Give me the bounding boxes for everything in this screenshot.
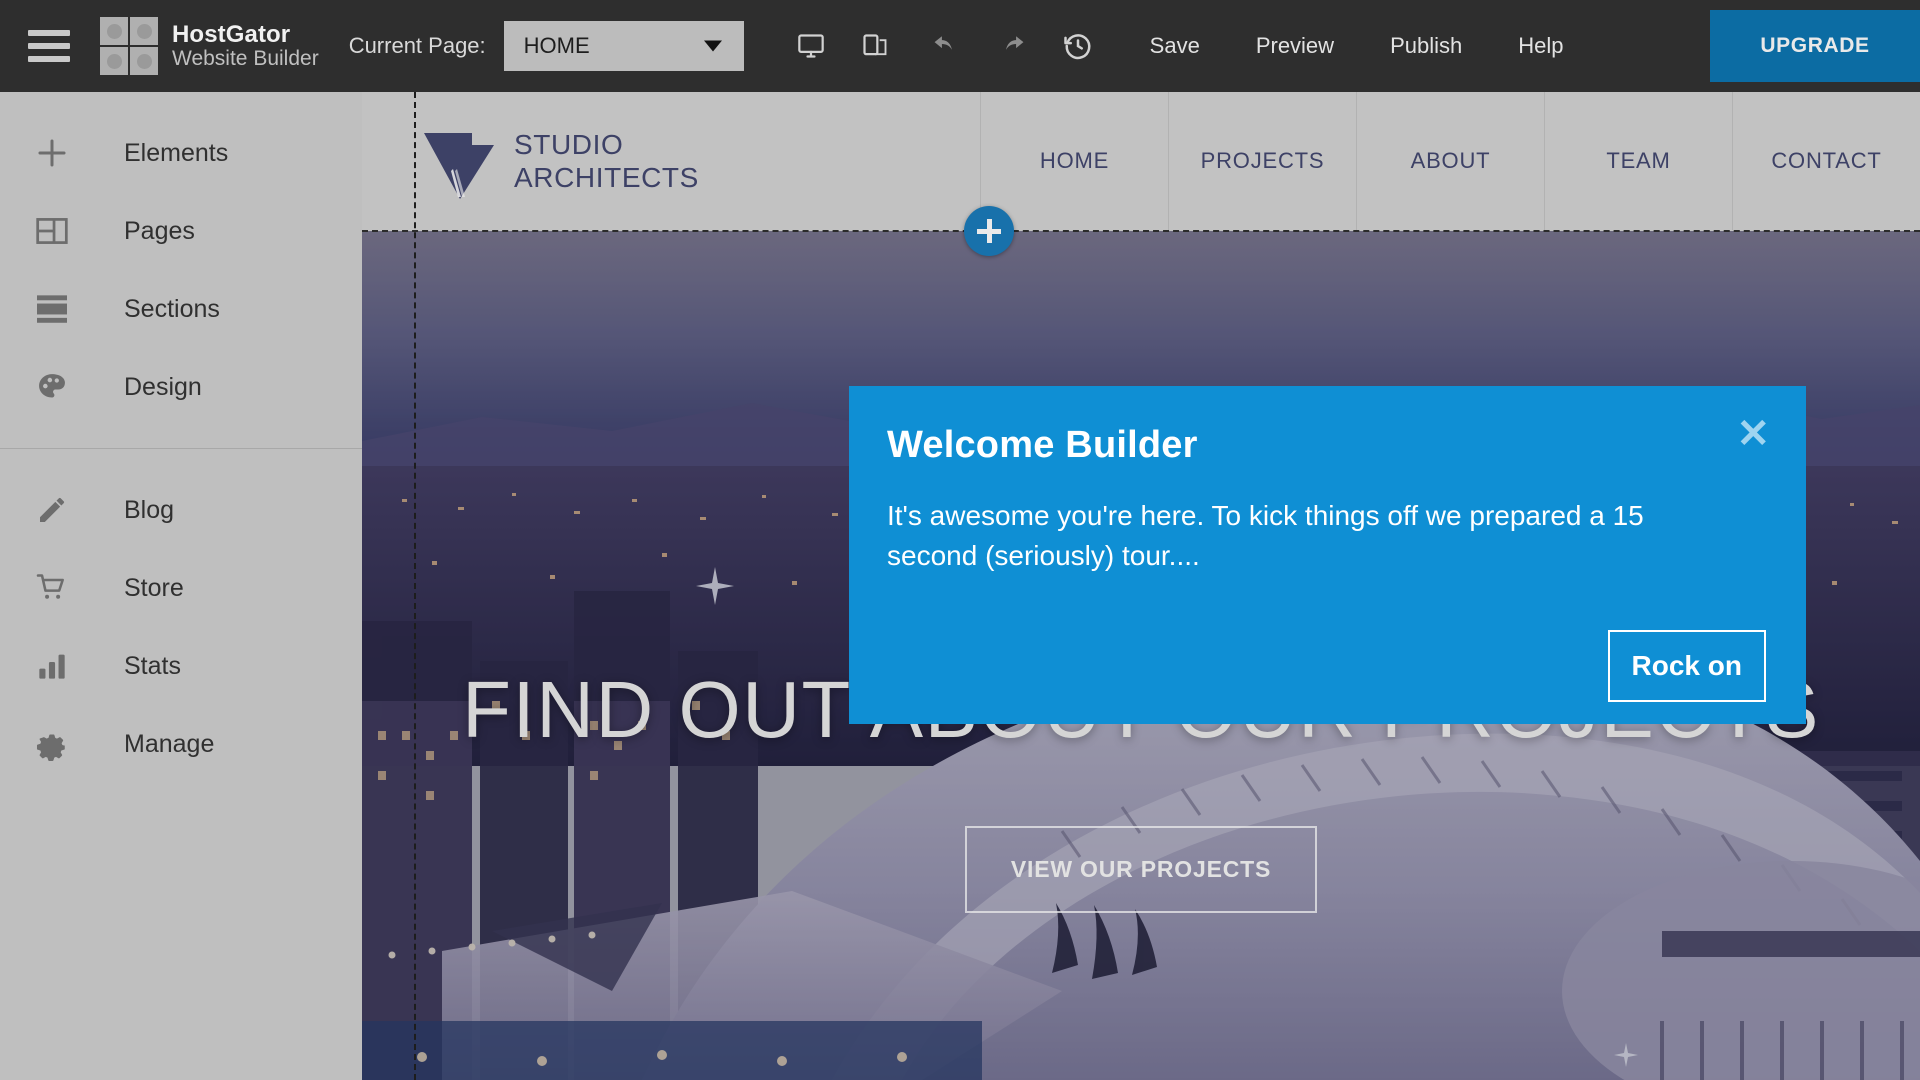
brand-subtitle: Website Builder	[172, 46, 319, 70]
nav-item-team[interactable]: TEAM	[1544, 92, 1732, 230]
site-logo-line1: STUDIO	[514, 128, 624, 160]
sidebar-item-label: Store	[124, 573, 184, 602]
page-select-dropdown[interactable]: HOME	[503, 21, 744, 71]
preview-button[interactable]: Preview	[1256, 33, 1334, 59]
publish-button[interactable]: Publish	[1390, 33, 1462, 59]
sidebar-item-label: Pages	[124, 216, 195, 245]
hero-cta-button[interactable]: VIEW OUR PROJECTS	[964, 826, 1318, 913]
top-toolbar: HostGator Website Builder Current Page: …	[0, 0, 1920, 92]
current-page-label: Current Page:	[348, 33, 486, 58]
sidebar-item-manage[interactable]: Manage	[0, 705, 362, 783]
bar-chart-icon	[24, 645, 80, 687]
nav-item-projects[interactable]: PROJECTS	[1168, 92, 1356, 230]
sidebar-item-blog[interactable]: Blog	[0, 471, 362, 549]
pages-layout-icon	[24, 210, 80, 252]
desktop-view-icon[interactable]	[796, 32, 826, 60]
sidebar-item-label: Manage	[124, 729, 215, 758]
sidebar-item-label: Sections	[124, 294, 220, 323]
page-select-value: HOME	[523, 33, 590, 58]
left-sidebar: Elements Pages Sections Design Blog Stor…	[0, 92, 362, 1080]
sidebar-group-manage: Blog Store Stats Manage	[0, 449, 362, 783]
chevron-down-icon	[703, 40, 722, 52]
pencil-icon	[24, 489, 80, 531]
plus-icon	[24, 132, 80, 174]
sidebar-item-elements[interactable]: Elements	[0, 114, 362, 192]
hamburger-bar	[28, 56, 70, 62]
sidebar-group-build: Elements Pages Sections Design	[0, 92, 362, 426]
sidebar-item-pages[interactable]: Pages	[0, 192, 362, 270]
hamburger-bar	[28, 30, 70, 36]
sidebar-item-label: Blog	[124, 495, 175, 524]
sections-stack-icon	[24, 288, 80, 330]
app-brand[interactable]: HostGator Website Builder	[100, 17, 319, 75]
site-logo-text: STUDIO ARCHITECTS	[514, 128, 699, 194]
sidebar-item-stats[interactable]: Stats	[0, 627, 362, 705]
site-canvas: STUDIO ARCHITECTS HOME PROJECTS ABOUT TE…	[362, 92, 1920, 1080]
sidebar-item-sections[interactable]: Sections	[0, 270, 362, 348]
nav-item-contact[interactable]: CONTACT	[1732, 92, 1920, 230]
sidebar-item-label: Elements	[124, 138, 229, 167]
close-x-icon[interactable]: ✕	[1736, 414, 1770, 454]
modal-body-text: It's awesome you're here. To kick things…	[887, 500, 1644, 571]
sidebar-item-label: Design	[124, 372, 202, 401]
save-button[interactable]: Save	[1150, 33, 1200, 59]
undo-icon[interactable]	[930, 32, 962, 60]
view-mode-group	[796, 32, 890, 60]
nav-item-home[interactable]: HOME	[980, 92, 1168, 230]
hostgator-logo-icon	[100, 17, 158, 75]
hamburger-bar	[28, 43, 70, 49]
brand-name: HostGator	[172, 21, 291, 49]
rock-on-button[interactable]: Rock on	[1607, 630, 1766, 702]
shopping-cart-icon	[24, 567, 80, 609]
mobile-view-icon[interactable]	[860, 32, 890, 60]
hamburger-menu-icon[interactable]	[28, 30, 70, 62]
palette-icon	[24, 366, 80, 408]
site-logo[interactable]: STUDIO ARCHITECTS	[420, 119, 980, 203]
site-logo-line2: ARCHITECTS	[514, 162, 699, 193]
site-navigation: HOME PROJECTS ABOUT TEAM CONTACT	[980, 92, 1920, 230]
revision-history-icon[interactable]	[1062, 31, 1094, 61]
help-button[interactable]: Help	[1518, 33, 1563, 59]
sidebar-item-store[interactable]: Store	[0, 549, 362, 627]
sidebar-item-label: Stats	[124, 651, 181, 680]
welcome-modal: Welcome Builder ✕ It's awesome you're he…	[849, 386, 1806, 724]
history-group	[930, 31, 1094, 61]
site-header-section[interactable]: STUDIO ARCHITECTS HOME PROJECTS ABOUT TE…	[362, 92, 1920, 230]
sidebar-item-design[interactable]: Design	[0, 348, 362, 426]
modal-title: Welcome Builder	[887, 424, 1198, 466]
upgrade-button[interactable]: UPGRADE	[1710, 10, 1920, 82]
redo-icon[interactable]	[996, 32, 1028, 60]
add-section-button[interactable]	[964, 206, 1014, 256]
studio-architects-logo-icon	[420, 119, 498, 203]
nav-item-about[interactable]: ABOUT	[1356, 92, 1544, 230]
gear-icon	[24, 723, 80, 765]
